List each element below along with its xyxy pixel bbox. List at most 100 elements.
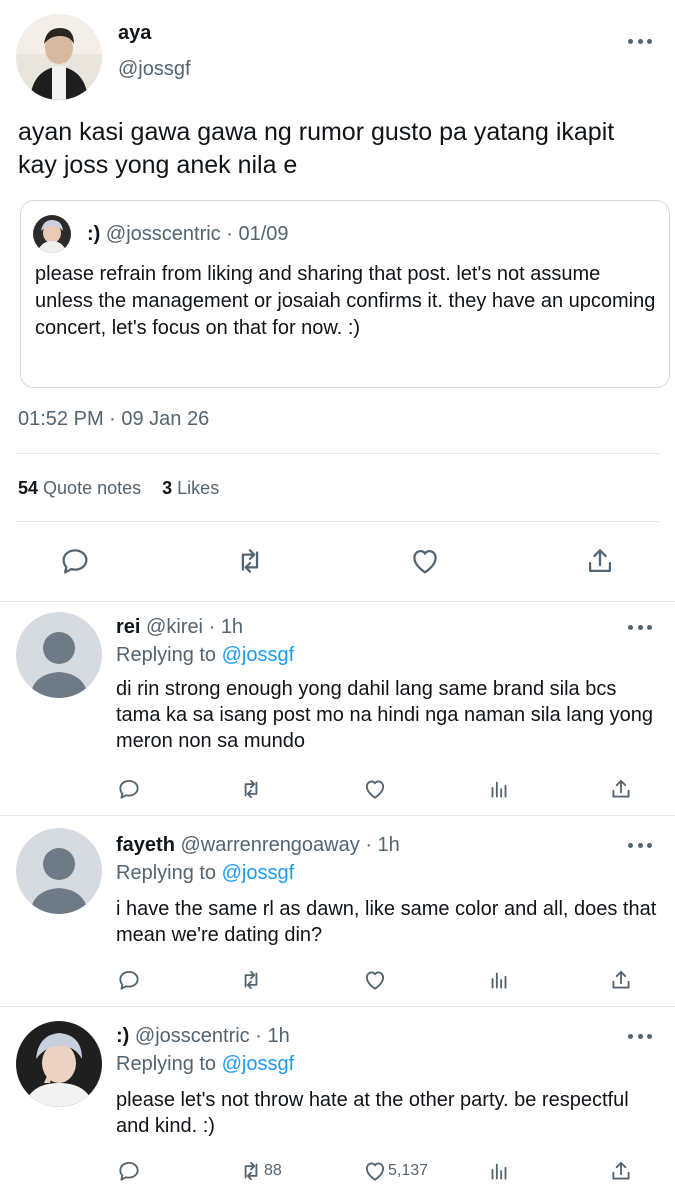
more-options-icon[interactable] bbox=[628, 622, 652, 632]
quote-label: Quote notes bbox=[43, 478, 142, 498]
reply-author-name[interactable]: rei bbox=[116, 616, 140, 638]
reply-author-name[interactable]: :) bbox=[116, 1025, 129, 1047]
more-options-icon[interactable] bbox=[628, 36, 652, 46]
replying-to-line: Replying to @jossgf bbox=[116, 1053, 294, 1076]
separator-dot: · bbox=[208, 616, 216, 638]
reply-author-name[interactable]: fayeth bbox=[116, 834, 175, 856]
avatar[interactable] bbox=[16, 612, 102, 698]
like-button[interactable] bbox=[362, 967, 388, 993]
like-count: 3 bbox=[162, 478, 173, 498]
reply-text: i have the same rl as dawn, like same co… bbox=[116, 898, 657, 946]
quoted-tweet-text: please refrain from liking and sharing t… bbox=[35, 263, 656, 339]
reply-icon bbox=[119, 970, 139, 990]
like-icon bbox=[365, 780, 385, 799]
analytics-button[interactable] bbox=[486, 967, 512, 993]
tweet-text: ayan kasi gawa gawa ng rumor gusto pa ya… bbox=[18, 118, 615, 179]
like-icon bbox=[413, 549, 437, 574]
reply-author-handle[interactable]: @kirei bbox=[146, 616, 203, 638]
reply-author-handle[interactable]: @josscentric bbox=[135, 1025, 250, 1047]
like-icon bbox=[365, 1162, 385, 1181]
reply-header: rei @kirei · 1h bbox=[116, 616, 243, 639]
author-name[interactable]: aya bbox=[118, 22, 151, 45]
main-tweet: aya @jossgf ayan kasi gawa gawa ng rumor… bbox=[0, 0, 675, 602]
quoted-author-handle: @josscentric bbox=[105, 223, 221, 245]
retweet-icon bbox=[244, 779, 258, 799]
like-button[interactable]: 5,137 bbox=[362, 1158, 428, 1184]
retweet-button[interactable] bbox=[238, 776, 264, 802]
reply-button[interactable] bbox=[58, 544, 92, 578]
quoted-date: 01/09 bbox=[238, 223, 289, 245]
reply-tweet[interactable]: rei @kirei · 1h Replying to @jossgf di r… bbox=[0, 602, 675, 814]
divider bbox=[16, 453, 659, 454]
reply-header: fayeth @warrenrengoaway · 1h bbox=[116, 834, 400, 857]
replying-to-link[interactable]: @jossgf bbox=[222, 1053, 295, 1075]
retweet-button[interactable] bbox=[233, 544, 267, 578]
tweet-timestamp[interactable]: 01:52 PM · 09 Jan 26 bbox=[18, 408, 209, 431]
divider bbox=[16, 521, 659, 522]
author-handle[interactable]: @jossgf bbox=[118, 58, 191, 81]
like-button[interactable] bbox=[362, 776, 388, 802]
share-icon bbox=[612, 970, 630, 989]
retweet-icon bbox=[244, 970, 258, 990]
retweet-button[interactable] bbox=[238, 967, 264, 993]
analytics-button[interactable] bbox=[486, 776, 512, 802]
retweet-icon bbox=[244, 1161, 258, 1181]
reply-text: di rin strong enough yong dahil lang sam… bbox=[116, 678, 654, 752]
like-count: 5,137 bbox=[388, 1162, 429, 1179]
tweet-thread-page: aya @jossgf ayan kasi gawa gawa ng rumor… bbox=[0, 0, 675, 1200]
retweet-icon bbox=[241, 549, 259, 573]
analytics-icon bbox=[491, 1163, 507, 1180]
reply-tweet[interactable]: fayeth @warrenrengoaway · 1h Replying to… bbox=[0, 816, 675, 1006]
analytics-button[interactable] bbox=[486, 1158, 512, 1184]
tweet-stats: 54 Quote notes 3 Likes bbox=[18, 478, 219, 499]
like-label: Likes bbox=[177, 478, 220, 498]
replying-to-link[interactable]: @jossgf bbox=[222, 862, 295, 884]
reply-time: 1h bbox=[377, 834, 400, 856]
replying-to-label: Replying to bbox=[116, 644, 217, 666]
avatar bbox=[33, 215, 71, 253]
reply-header: :) @josscentric · 1h bbox=[116, 1025, 290, 1048]
likes-stat[interactable]: 3 Likes bbox=[162, 478, 219, 498]
avatar[interactable] bbox=[16, 1021, 102, 1107]
share-icon bbox=[588, 549, 612, 573]
replying-to-line: Replying to @jossgf bbox=[116, 644, 294, 667]
analytics-icon bbox=[491, 781, 507, 798]
reply-author-handle[interactable]: @warrenrengoaway bbox=[180, 834, 359, 856]
share-button[interactable] bbox=[608, 967, 634, 993]
like-icon bbox=[365, 971, 385, 990]
share-button[interactable] bbox=[608, 1158, 634, 1184]
quote-notes-stat[interactable]: 54 Quote notes bbox=[18, 478, 141, 498]
separator-dot: · bbox=[365, 834, 372, 856]
reply-icon bbox=[62, 549, 88, 574]
like-button[interactable] bbox=[408, 544, 442, 578]
separator-dot: · bbox=[255, 1025, 262, 1047]
share-button[interactable] bbox=[608, 776, 634, 802]
reply-icon bbox=[119, 779, 139, 799]
more-options-icon[interactable] bbox=[628, 840, 652, 850]
share-icon bbox=[612, 1161, 630, 1180]
avatar[interactable] bbox=[16, 14, 102, 100]
share-icon bbox=[612, 779, 630, 798]
replying-to-label: Replying to bbox=[116, 862, 217, 884]
reply-button[interactable] bbox=[116, 1158, 142, 1184]
replying-to-line: Replying to @jossgf bbox=[116, 862, 294, 885]
quote-count: 54 bbox=[18, 478, 39, 498]
separator-dot: · bbox=[226, 223, 233, 245]
retweet-button[interactable]: 88 bbox=[238, 1158, 282, 1184]
reply-icon bbox=[119, 1161, 139, 1181]
reply-button[interactable] bbox=[116, 967, 142, 993]
analytics-icon bbox=[491, 972, 507, 989]
reply-button[interactable] bbox=[116, 776, 142, 802]
share-button[interactable] bbox=[583, 544, 617, 578]
avatar[interactable] bbox=[16, 828, 102, 914]
quoted-tweet-card[interactable]: :) @josscentric · 01/09 please refrain f… bbox=[20, 200, 670, 388]
reply-time: 1h bbox=[267, 1025, 290, 1047]
reply-tweet[interactable]: :) @josscentric · 1h Replying to @jossgf… bbox=[0, 1007, 675, 1200]
more-options-icon[interactable] bbox=[628, 1031, 652, 1041]
quoted-author-name: :) bbox=[87, 223, 101, 245]
replying-to-label: Replying to bbox=[116, 1053, 217, 1075]
reply-time: 1h bbox=[220, 616, 244, 638]
retweet-count: 88 bbox=[264, 1162, 282, 1179]
quoted-tweet-header: :) @josscentric · 01/09 bbox=[87, 223, 289, 246]
replying-to-link[interactable]: @jossgf bbox=[222, 644, 295, 666]
